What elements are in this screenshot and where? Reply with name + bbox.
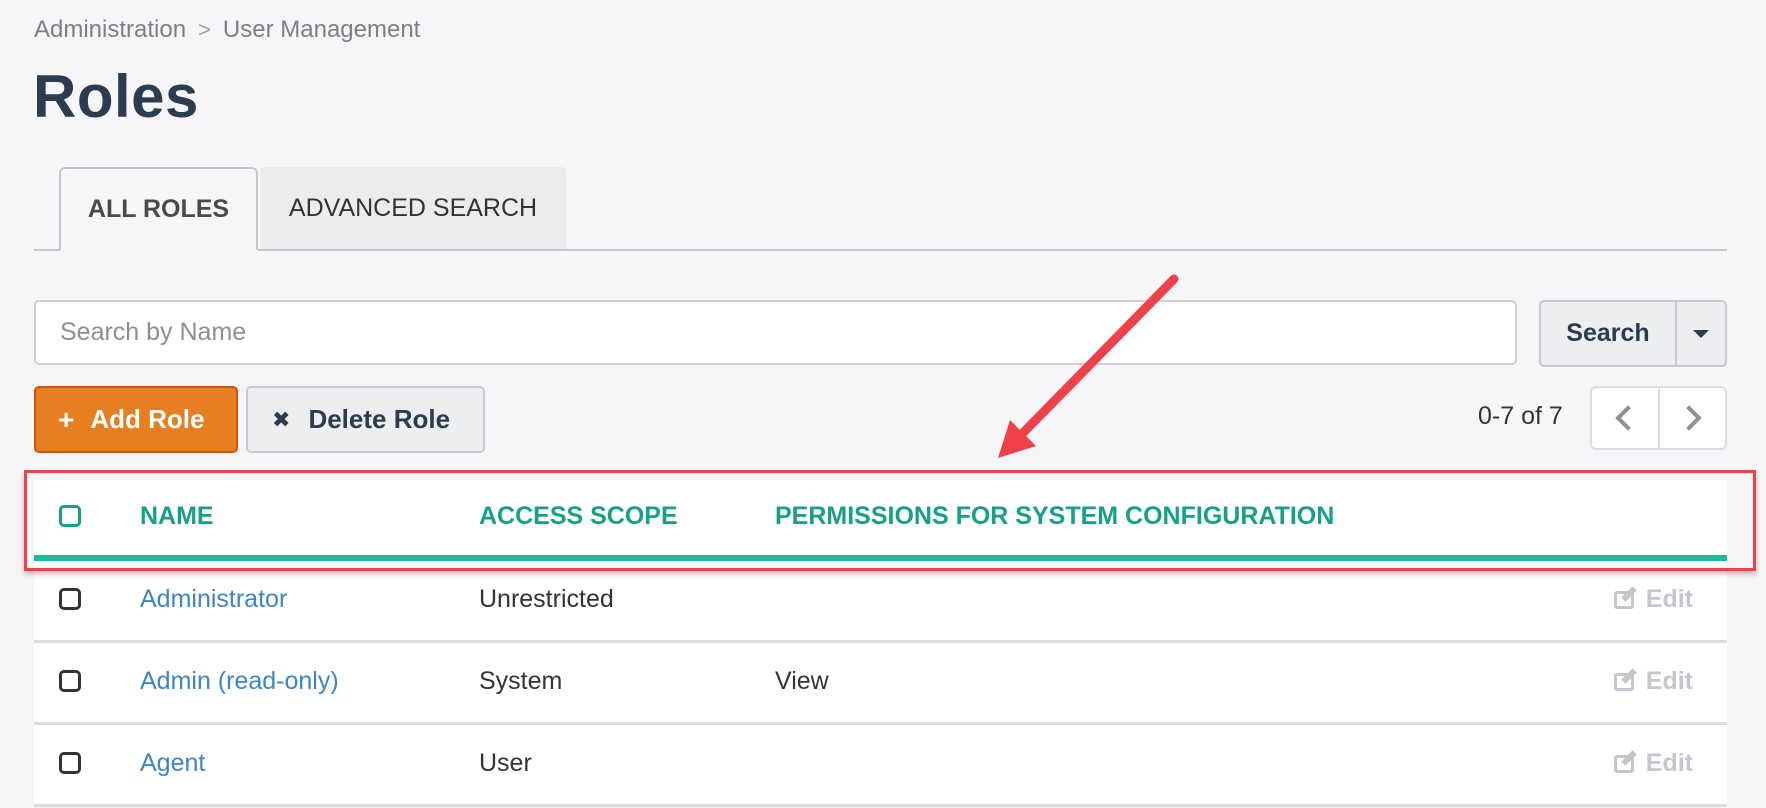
column-header-access-scope[interactable]: ACCESS SCOPE bbox=[479, 502, 678, 531]
row-checkbox[interactable] bbox=[59, 588, 81, 610]
previous-page-button[interactable] bbox=[1592, 388, 1660, 448]
role-name-link[interactable]: Administrator bbox=[140, 585, 287, 614]
pagination-controls bbox=[1590, 386, 1727, 450]
tab-advanced-search[interactable]: ADVANCED SEARCH bbox=[260, 167, 566, 249]
permissions: View bbox=[775, 667, 829, 695]
edit-icon bbox=[1613, 590, 1634, 609]
edit-icon bbox=[1613, 754, 1634, 773]
search-button-group: Search bbox=[1539, 300, 1727, 367]
chevron-left-icon bbox=[1615, 405, 1641, 431]
close-icon: ✖ bbox=[272, 406, 291, 432]
delete-role-button[interactable]: ✖ Delete Role bbox=[246, 386, 485, 453]
search-options-dropdown[interactable] bbox=[1677, 302, 1725, 365]
table-row: Agent User Edit bbox=[34, 725, 1727, 807]
roles-table: NAME ACCESS SCOPE PERMISSIONS FOR SYSTEM… bbox=[34, 480, 1727, 807]
add-role-label: Add Role bbox=[90, 404, 205, 434]
plus-icon: + bbox=[58, 403, 75, 435]
select-all-checkbox[interactable] bbox=[59, 505, 81, 527]
search-button[interactable]: Search bbox=[1541, 302, 1677, 365]
search-input[interactable] bbox=[34, 300, 1517, 365]
column-header-permissions[interactable]: PERMISSIONS FOR SYSTEM CONFIGURATION bbox=[775, 502, 1334, 531]
edit-label: Edit bbox=[1645, 667, 1693, 695]
column-header-name[interactable]: NAME bbox=[140, 502, 214, 531]
caret-down-icon bbox=[1693, 329, 1709, 338]
row-checkbox[interactable] bbox=[59, 752, 81, 774]
edit-label: Edit bbox=[1645, 585, 1693, 613]
table-row: Administrator Unrestricted Edit bbox=[34, 561, 1727, 643]
edit-button[interactable]: Edit bbox=[1613, 585, 1693, 614]
access-scope: System bbox=[479, 667, 563, 695]
role-name-link[interactable]: Agent bbox=[140, 749, 205, 778]
add-role-button[interactable]: + Add Role bbox=[34, 386, 238, 453]
row-checkbox[interactable] bbox=[59, 670, 81, 692]
delete-role-label: Delete Role bbox=[308, 404, 451, 434]
tab-all-roles[interactable]: ALL ROLES bbox=[59, 167, 258, 251]
edit-button[interactable]: Edit bbox=[1613, 749, 1693, 778]
edit-button[interactable]: Edit bbox=[1613, 667, 1693, 696]
edit-icon bbox=[1613, 672, 1634, 691]
chevron-right-icon bbox=[1676, 405, 1702, 431]
breadcrumb-user-management[interactable]: User Management bbox=[223, 16, 420, 44]
tab-bar: ALL ROLES ADVANCED SEARCH bbox=[34, 167, 1727, 251]
next-page-button[interactable] bbox=[1660, 388, 1726, 448]
access-scope: Unrestricted bbox=[479, 585, 614, 613]
chevron-right-icon: > bbox=[198, 17, 211, 42]
table-header: NAME ACCESS SCOPE PERMISSIONS FOR SYSTEM… bbox=[34, 480, 1727, 561]
pagination-summary: 0-7 of 7 bbox=[1478, 402, 1563, 430]
breadcrumb-administration[interactable]: Administration bbox=[34, 16, 186, 44]
access-scope: User bbox=[479, 749, 532, 777]
edit-label: Edit bbox=[1645, 749, 1693, 777]
role-name-link[interactable]: Admin (read-only) bbox=[140, 667, 339, 696]
page-title: Roles bbox=[33, 63, 199, 130]
breadcrumb: Administration > User Management bbox=[34, 16, 420, 44]
table-row: Admin (read-only) System View Edit bbox=[34, 643, 1727, 725]
